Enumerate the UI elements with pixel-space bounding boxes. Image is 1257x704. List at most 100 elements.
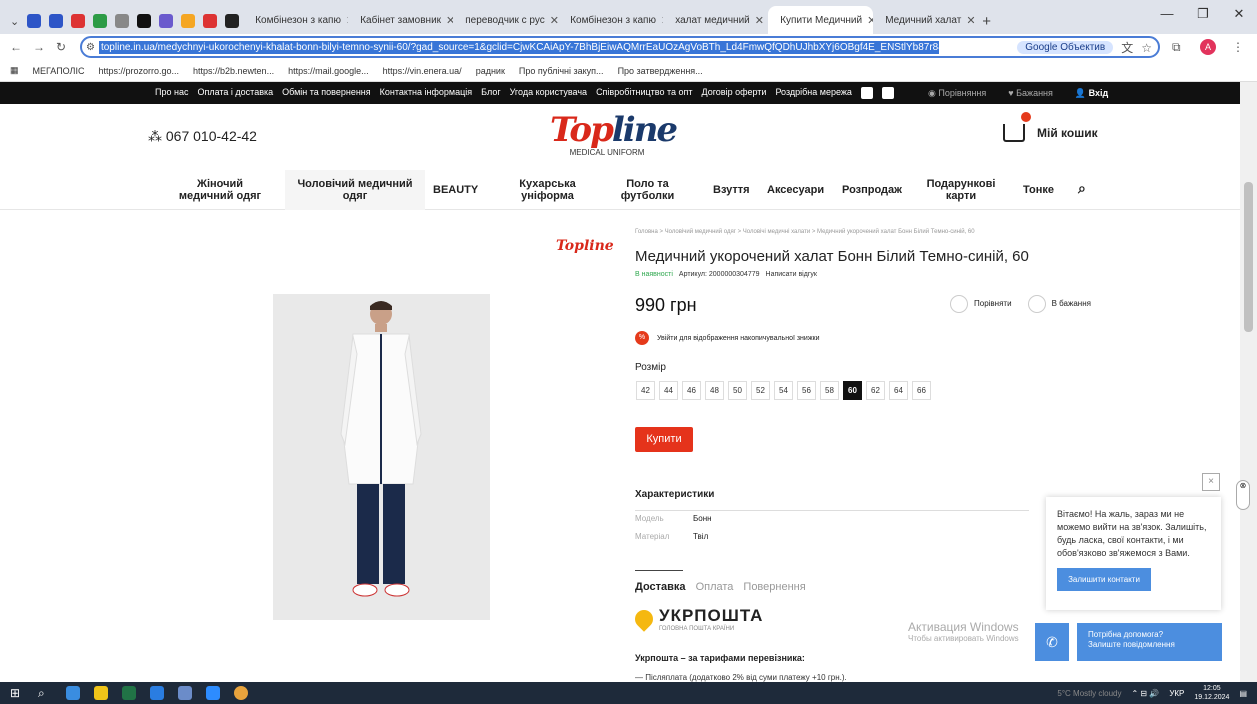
site-logo[interactable]: Topline MEDICAL UNIFORM bbox=[550, 112, 678, 157]
tab-returns[interactable]: Повернення bbox=[743, 581, 805, 593]
notifications-icon[interactable]: ▤ bbox=[1239, 689, 1247, 698]
buy-button[interactable]: Купити bbox=[635, 427, 693, 452]
nav-item[interactable]: Поло та футболки bbox=[610, 178, 685, 202]
address-bar[interactable]: ⚙ topline.in.ua/medychnyi-ukorochenyi-kh… bbox=[80, 36, 1160, 58]
browser-tab[interactable]: Медичний халат ✕ bbox=[873, 6, 978, 34]
app-icon[interactable] bbox=[150, 686, 164, 700]
product-image[interactable] bbox=[273, 294, 490, 620]
size-option[interactable]: 54 bbox=[774, 381, 793, 400]
url-text[interactable]: topline.in.ua/medychnyi-ukorochenyi-khal… bbox=[98, 40, 939, 54]
folder-icon[interactable] bbox=[94, 686, 108, 700]
browser-tab[interactable]: Комбінезон з капю✕ bbox=[558, 6, 663, 34]
bookmark-item[interactable]: https://vin.enera.ua/ bbox=[383, 66, 462, 76]
pinned-tab[interactable] bbox=[133, 8, 155, 34]
zoom-icon[interactable] bbox=[206, 686, 220, 700]
reload-icon[interactable]: ↻ bbox=[56, 40, 66, 54]
pinned-tab[interactable] bbox=[67, 8, 89, 34]
translate-icon[interactable]: 文 bbox=[1121, 39, 1133, 56]
size-option[interactable]: 42 bbox=[636, 381, 655, 400]
pinned-tab[interactable] bbox=[221, 8, 243, 34]
top-link[interactable]: Співробітництво та опт bbox=[596, 87, 692, 99]
cart-button[interactable]: Мій кошик bbox=[1003, 112, 1098, 142]
bookmark-item[interactable]: https://b2b.newten... bbox=[193, 66, 274, 76]
browser-tab[interactable]: переводчик с рус ✕ bbox=[453, 6, 558, 34]
size-option[interactable]: 64 bbox=[889, 381, 908, 400]
size-option[interactable]: 58 bbox=[820, 381, 839, 400]
compare-link[interactable]: ◉ Порівняння bbox=[928, 88, 986, 99]
top-link[interactable]: Блог bbox=[481, 87, 500, 99]
close-icon[interactable]: ✕ bbox=[446, 14, 453, 27]
wishlist-link[interactable]: ♥ Бажання bbox=[1008, 88, 1053, 99]
bookmark-item[interactable]: МЕГАПОЛІС bbox=[33, 66, 85, 76]
top-link[interactable]: Контактна інформація bbox=[380, 87, 473, 99]
search-icon[interactable]: ⌕ bbox=[1078, 181, 1086, 195]
top-link[interactable]: Угода користувача bbox=[510, 87, 587, 99]
pinned-tab[interactable] bbox=[177, 8, 199, 34]
pinned-tab[interactable] bbox=[155, 8, 177, 34]
tab-delivery[interactable]: Доставка bbox=[635, 581, 686, 593]
browser-tab[interactable]: Комбінезон з капю✕ bbox=[243, 6, 348, 34]
bookmark-item[interactable]: https://mail.google... bbox=[288, 66, 369, 76]
chat-close-button[interactable]: × bbox=[1202, 473, 1220, 491]
browser-tab[interactable]: Кабінет замовник ✕ bbox=[348, 6, 453, 34]
extensions-icon[interactable]: ⧉ bbox=[1172, 40, 1181, 55]
minimize-icon[interactable]: — bbox=[1149, 0, 1185, 28]
forward-icon[interactable]: → bbox=[33, 40, 45, 54]
tray-icons[interactable]: ⌃ ⊟ 🔊 bbox=[1132, 689, 1160, 698]
size-option[interactable]: 62 bbox=[866, 381, 885, 400]
search-icon[interactable]: ⌕ bbox=[38, 686, 52, 700]
clock[interactable]: 12:05 19.12.2024 bbox=[1194, 684, 1229, 702]
side-extension-icon[interactable]: ⊗ bbox=[1236, 480, 1250, 510]
tab-search-button[interactable]: ⌄ bbox=[6, 8, 23, 34]
bookmark-item[interactable]: Про публічні закуп... bbox=[519, 66, 604, 76]
nav-item-active[interactable]: Чоловічий медичний одяг bbox=[285, 170, 425, 210]
instagram-icon[interactable] bbox=[860, 87, 873, 99]
google-lens-button[interactable]: Google Объектив bbox=[1017, 41, 1114, 54]
facebook-icon[interactable] bbox=[881, 87, 894, 99]
compare-button[interactable]: Порівняти bbox=[950, 295, 1012, 313]
bookmark-star-icon[interactable]: ☆ bbox=[1141, 41, 1152, 55]
app-icon[interactable] bbox=[66, 686, 80, 700]
size-option[interactable]: 56 bbox=[797, 381, 816, 400]
top-link[interactable]: Про нас bbox=[155, 87, 188, 99]
discount-notice[interactable]: % Увійти для відображення накопичувально… bbox=[635, 331, 820, 345]
start-icon[interactable]: ⊞ bbox=[10, 686, 24, 700]
size-option[interactable]: 48 bbox=[705, 381, 724, 400]
top-link[interactable]: Договір оферти bbox=[702, 87, 767, 99]
weather[interactable]: 5°C Mostly cloudy bbox=[1057, 689, 1121, 698]
nav-item[interactable]: Аксесуари bbox=[767, 184, 824, 196]
site-info-icon[interactable]: ⚙ bbox=[86, 42, 95, 53]
wishlist-button[interactable]: В бажання bbox=[1027, 295, 1091, 313]
nav-item[interactable]: Подарункові карти bbox=[925, 178, 997, 202]
nav-item[interactable]: Взуття bbox=[713, 184, 750, 196]
size-option[interactable]: 66 bbox=[912, 381, 931, 400]
back-icon[interactable]: ← bbox=[10, 40, 22, 54]
pinned-tab[interactable] bbox=[111, 8, 133, 34]
page-scrollbar[interactable] bbox=[1240, 82, 1257, 682]
nav-item[interactable]: Розпродаж bbox=[842, 184, 902, 196]
login-link[interactable]: 👤 Вхід bbox=[1075, 88, 1108, 99]
tab-payment[interactable]: Оплата bbox=[696, 581, 734, 593]
close-icon[interactable]: ✕ bbox=[550, 14, 558, 27]
call-button[interactable]: ✆ bbox=[1035, 623, 1069, 661]
size-option[interactable]: 46 bbox=[682, 381, 701, 400]
close-icon[interactable]: ✕ bbox=[755, 14, 764, 27]
pinned-tab[interactable] bbox=[199, 8, 221, 34]
restore-icon[interactable]: ❐ bbox=[1185, 0, 1221, 28]
excel-icon[interactable] bbox=[122, 686, 136, 700]
top-link[interactable]: Оплата і доставка bbox=[197, 87, 273, 99]
size-option[interactable]: 52 bbox=[751, 381, 770, 400]
profile-avatar[interactable]: A bbox=[1200, 39, 1216, 55]
close-icon[interactable]: ✕ bbox=[966, 14, 975, 27]
write-review-link[interactable]: Написати відгук bbox=[766, 271, 817, 278]
size-option[interactable]: 44 bbox=[659, 381, 678, 400]
menu-icon[interactable]: ⋮ bbox=[1232, 40, 1244, 54]
new-tab-button[interactable]: + bbox=[978, 8, 995, 34]
browser-tab-active[interactable]: Купити Медичний ✕ bbox=[768, 6, 874, 34]
help-button[interactable]: Потрібна допомога? Залиште повідомлення bbox=[1077, 623, 1222, 661]
phone-number[interactable]: ⁂ 067 010-42-42 bbox=[148, 128, 257, 145]
top-link[interactable]: Роздрібна мережа bbox=[775, 87, 851, 99]
breadcrumb[interactable]: Головна > Чоловічий медичний одяг > Чоло… bbox=[635, 229, 975, 235]
nav-item[interactable]: Жіночий медичний одяг bbox=[170, 178, 270, 202]
size-option-selected[interactable]: 60 bbox=[843, 381, 862, 400]
